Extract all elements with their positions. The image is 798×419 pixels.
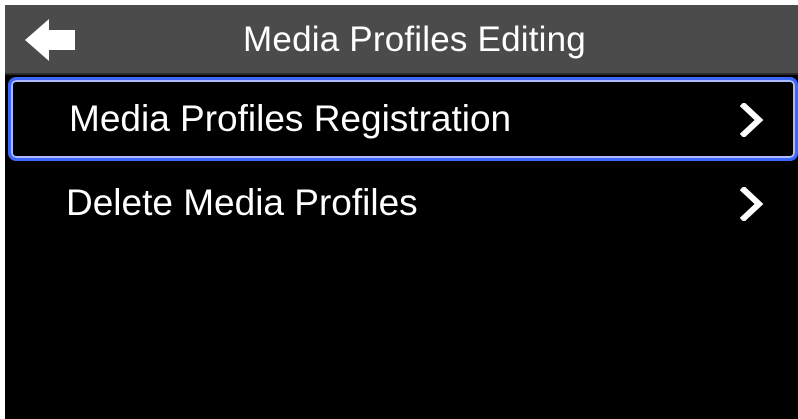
chevron-right-icon [740, 103, 764, 137]
menu-item-label: Media Profiles Registration [69, 98, 512, 139]
screen: Media Profiles Editing Media Profiles Re… [5, 5, 798, 419]
menu-item-label: Delete Media Profiles [66, 182, 418, 223]
title-bar: Media Profiles Editing [5, 5, 798, 75]
menu-list: Media Profiles Registration Delete Media… [5, 77, 798, 245]
menu-item-delete-media-profiles[interactable]: Delete Media Profiles [5, 161, 798, 245]
page-title: Media Profiles Editing [243, 20, 586, 59]
chevron-right-icon [740, 187, 764, 221]
menu-item-media-profiles-registration[interactable]: Media Profiles Registration [8, 77, 798, 161]
